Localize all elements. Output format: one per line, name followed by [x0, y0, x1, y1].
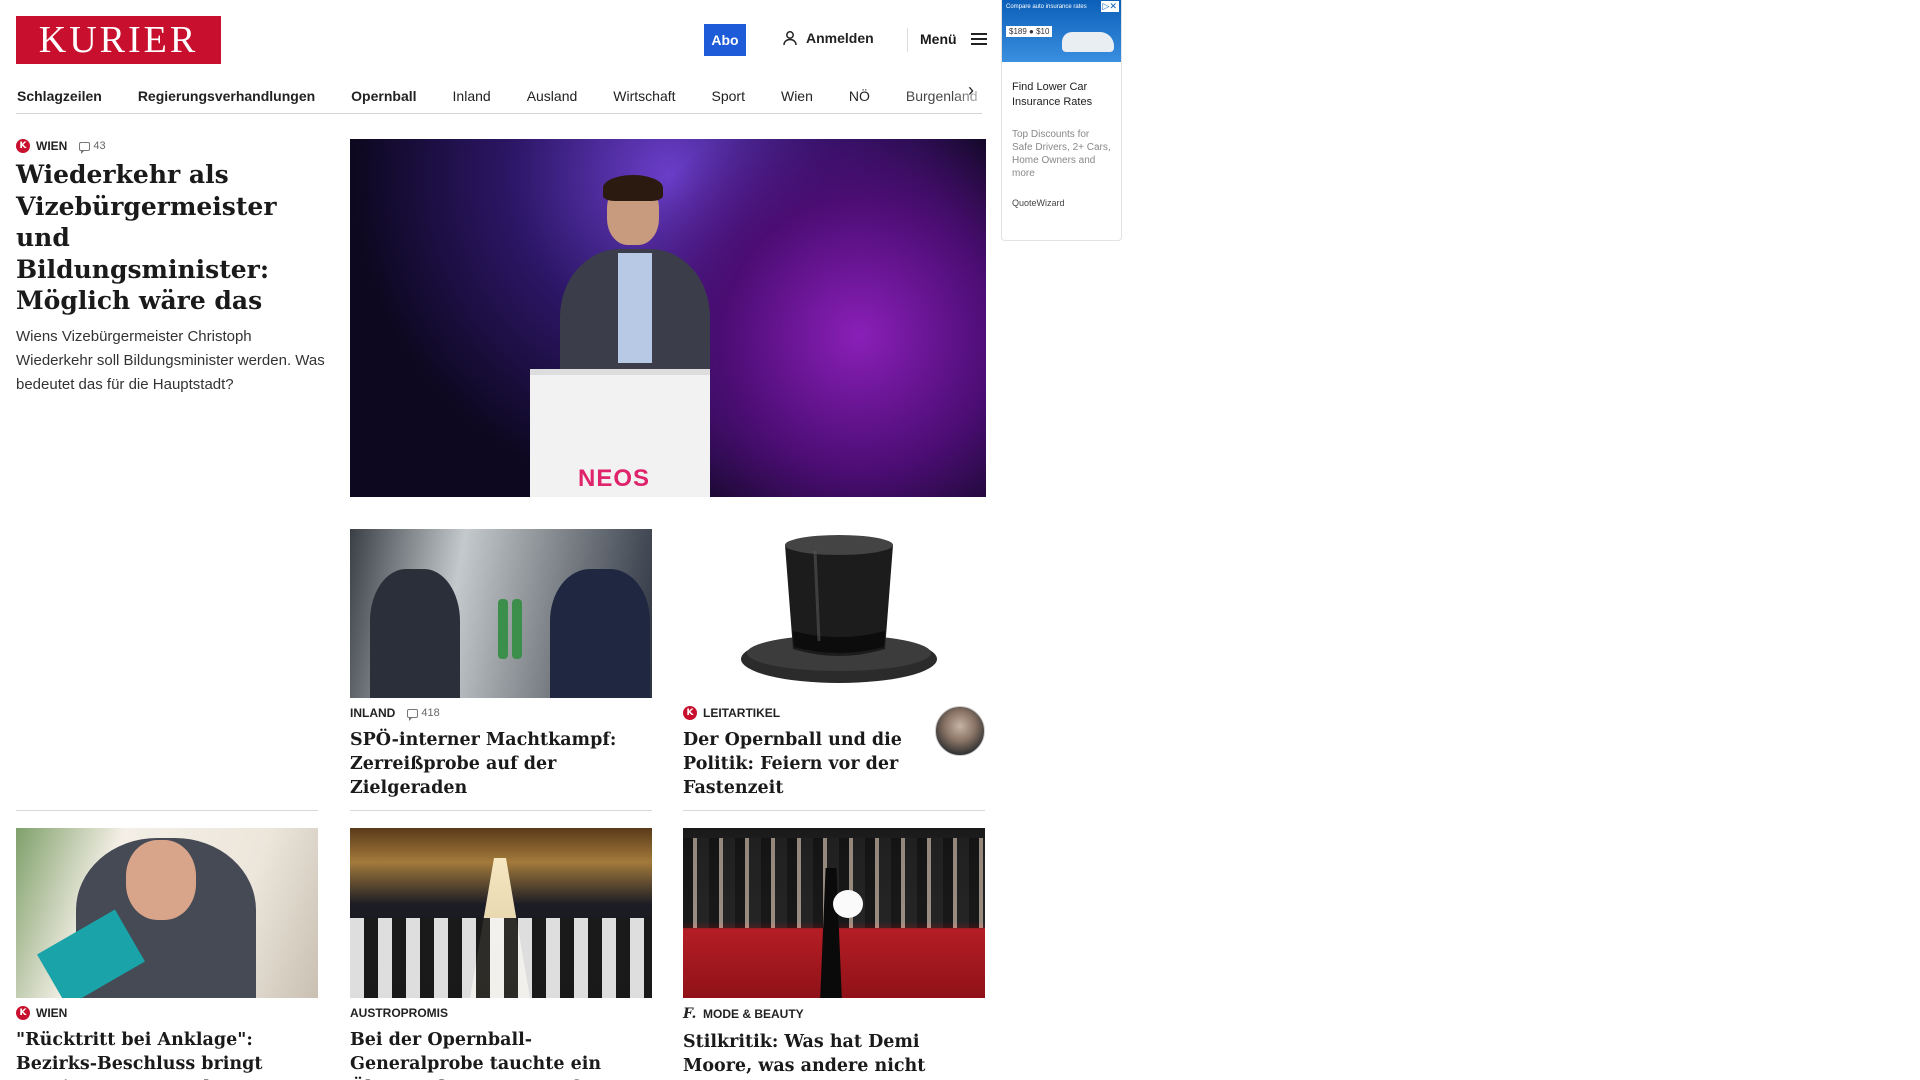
- article-category: K LEITARTIKEL: [683, 706, 923, 720]
- article-card-spoe[interactable]: INLAND 418 SPÖ-interner Machtkampf: Zerr…: [350, 706, 652, 800]
- freizeit-f-icon: f.: [683, 1006, 697, 1022]
- article-category: K WIEN 43: [16, 139, 326, 154]
- hero-image[interactable]: NEOS: [350, 139, 986, 497]
- podium-logo: NEOS: [578, 465, 651, 492]
- nav-item-inland[interactable]: Inland: [435, 88, 509, 104]
- login-label: Anmelden: [806, 30, 874, 46]
- article-headline[interactable]: Der Opernball und die Politik: Feiern vo…: [683, 728, 923, 800]
- comment-number: 418: [421, 707, 440, 719]
- nav-scroll-right-icon[interactable]: ›: [968, 79, 984, 101]
- comment-number: 43: [93, 140, 106, 152]
- kurier-k-icon: K: [683, 706, 697, 720]
- article-category: K WIEN: [16, 1006, 318, 1020]
- article-headline[interactable]: Stilkritik: Was hat Demi Moore, was ande…: [683, 1030, 985, 1080]
- author-avatar[interactable]: [935, 706, 985, 756]
- user-icon: [782, 30, 798, 46]
- ad-choices-icon[interactable]: ▷✕: [1100, 1, 1119, 12]
- abo-button[interactable]: Abo: [704, 24, 746, 56]
- article-card-nevrivy[interactable]: K WIEN "Rücktritt bei Anklage": Bezirks-…: [16, 1006, 318, 1080]
- menu-button[interactable]: Menü: [920, 30, 987, 48]
- article-card-generalprobe[interactable]: AUSTROPROMIS Bei der Opernball-Generalpr…: [350, 1006, 652, 1080]
- category-label: WIEN: [36, 1006, 68, 1020]
- comment-icon: [79, 141, 91, 154]
- hamburger-icon: [970, 30, 987, 48]
- article-headline[interactable]: SPÖ-interner Machtkampf: Zerreißprobe au…: [350, 728, 652, 800]
- article-category: INLAND 418: [350, 706, 652, 721]
- lead-headline[interactable]: Wiederkehr als Vizebürgermeister und Bil…: [16, 159, 326, 317]
- divider: [683, 810, 985, 811]
- category-nav: Schlagzeilen Regierungsverhandlungen Ope…: [16, 78, 982, 114]
- nav-item-schlagzeilen[interactable]: Schlagzeilen: [16, 88, 120, 104]
- article-image-nevrivy[interactable]: [16, 828, 318, 998]
- comment-count[interactable]: 43: [79, 140, 106, 154]
- article-headline[interactable]: "Rücktritt bei Anklage": Bezirks-Beschlu…: [16, 1028, 318, 1080]
- kurier-k-icon: K: [16, 1006, 30, 1020]
- ad-price: $189 ● $10: [1006, 26, 1053, 37]
- ad-banner-text: Compare auto insurance rates: [1006, 4, 1087, 10]
- article-image-top-hat[interactable]: [735, 531, 943, 691]
- ad-image[interactable]: Compare auto insurance rates $189 ● $10 …: [1002, 0, 1121, 62]
- header-divider: [907, 28, 908, 52]
- nav-item-sport[interactable]: Sport: [694, 88, 763, 104]
- login-button[interactable]: Anmelden: [782, 30, 874, 46]
- nav-item-noe[interactable]: NÖ: [831, 88, 888, 104]
- speaker-figure: [560, 175, 710, 419]
- divider: [16, 810, 318, 811]
- comment-icon: [407, 708, 419, 721]
- article-category: f. MODE & BEAUTY: [683, 1006, 985, 1022]
- category-label: LEITARTIKEL: [703, 706, 781, 720]
- comment-count[interactable]: 418: [407, 707, 440, 721]
- article-image-demi-moore[interactable]: [683, 828, 985, 998]
- nav-item-wirtschaft[interactable]: Wirtschaft: [595, 88, 693, 104]
- ad-description: Top Discounts for Safe Drivers, 2+ Cars,…: [1012, 129, 1111, 179]
- category-label: AUSTROPROMIS: [350, 1006, 449, 1020]
- car-image: [1062, 32, 1114, 52]
- lead-article[interactable]: K WIEN 43 Wiederkehr als Vizebürgermeist…: [16, 139, 326, 397]
- kurier-logo[interactable]: KURIER: [16, 16, 221, 64]
- menu-label: Menü: [920, 31, 957, 47]
- article-category: AUSTROPROMIS: [350, 1006, 652, 1020]
- nav-item-wien[interactable]: Wien: [763, 88, 831, 104]
- nav-item-ausland[interactable]: Ausland: [509, 88, 596, 104]
- nav-item-opernball[interactable]: Opernball: [333, 88, 434, 104]
- ad-brand[interactable]: QuoteWizard: [1012, 198, 1111, 208]
- article-card-stilkritik[interactable]: f. MODE & BEAUTY Stilkritik: Was hat Dem…: [683, 1006, 985, 1080]
- article-card-leitartikel[interactable]: K LEITARTIKEL Der Opernball und die Poli…: [683, 706, 923, 800]
- advertisement[interactable]: Compare auto insurance rates $189 ● $10 …: [1001, 0, 1122, 241]
- article-image-opernball[interactable]: [350, 828, 652, 998]
- article-headline[interactable]: Bei der Opernball-Generalprobe tauchte e…: [350, 1028, 652, 1080]
- category-label: INLAND: [350, 706, 396, 720]
- nav-item-regierungsverhandlungen[interactable]: Regierungsverhandlungen: [120, 88, 333, 104]
- category-label: MODE & BEAUTY: [703, 1007, 804, 1021]
- lead-teaser[interactable]: Wiens Vizebürgermeister Christoph Wieder…: [16, 325, 326, 397]
- ad-title[interactable]: Find Lower Car Insurance Rates: [1012, 80, 1111, 110]
- divider: [350, 810, 652, 811]
- category-label: WIEN: [36, 139, 68, 153]
- article-image-spoe[interactable]: [350, 529, 652, 698]
- kurier-k-icon: K: [16, 139, 30, 153]
